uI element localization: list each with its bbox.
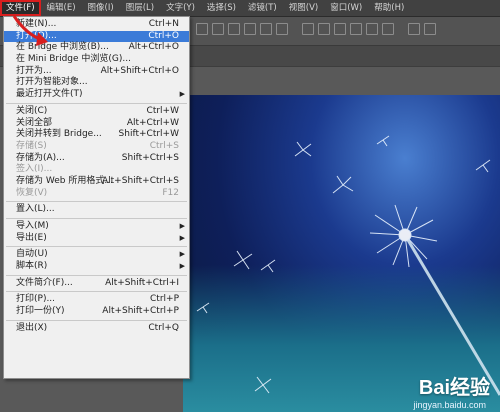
dandelion-illustration [196, 135, 500, 396]
menu-item-shortcut: Ctrl+N [148, 19, 179, 29]
menu-item-shortcut: Ctrl+Q [148, 322, 179, 333]
menubar-image[interactable]: 图像(I) [82, 0, 120, 16]
menu-item[interactable]: 存储为 Web 所用格式... Alt+Shift+Ctrl+S [4, 176, 189, 188]
menu-item-shortcut: Shift+Ctrl+W [118, 129, 179, 140]
watermark-url: jingyan.baidu.com [413, 400, 486, 410]
menu-item-shortcut: Ctrl+O [148, 30, 179, 41]
menu-item[interactable]: 关闭(C) Ctrl+W [4, 106, 189, 118]
menu-item-label: 打印一份(Y) [16, 306, 65, 317]
menu-item-shortcut: Ctrl+P [150, 294, 179, 305]
menu-item-label: 恢复(V) [16, 187, 48, 198]
menu-item-shortcut: Alt+Shift+Ctrl+I [105, 277, 179, 288]
menu-item-label: 打印(P)... [16, 294, 56, 305]
distribute-top-icon[interactable] [302, 23, 314, 35]
menu-item[interactable]: 退出(X) Ctrl+Q [4, 323, 189, 335]
3d-mode-icon[interactable] [424, 23, 436, 35]
menu-separator [6, 246, 187, 248]
menu-item[interactable]: 关闭并转到 Bridge... Shift+Ctrl+W [4, 129, 189, 141]
submenu-arrow-icon: ▶ [179, 90, 185, 99]
menu-item-label: 存储为(A)... [16, 152, 65, 163]
menubar-select[interactable]: 选择(S) [201, 0, 242, 16]
menu-item-label: 签入(I)... [16, 164, 53, 175]
distribute-bottom-icon[interactable] [334, 23, 346, 35]
menu-item-shortcut: Alt+Shift+Ctrl+O [100, 65, 179, 76]
menu-item-label: 存储(S) [16, 140, 47, 151]
align-left-icon[interactable] [244, 23, 256, 35]
menu-item-label: 脚本(R) [16, 261, 48, 272]
menu-item[interactable]: 打印(P)... Ctrl+P [4, 294, 189, 306]
menu-item-label: 置入(L)... [16, 204, 55, 215]
menu-separator [6, 291, 187, 293]
align-hcenter-icon[interactable] [260, 23, 272, 35]
menu-item-label: 文件简介(F)... [16, 277, 73, 288]
menu-item[interactable]: 存储为(A)... Shift+Ctrl+S [4, 153, 189, 165]
menu-item[interactable]: 文件简介(F)... Alt+Shift+Ctrl+I [4, 278, 189, 290]
file-menu-dropdown: 新建(N)... Ctrl+N 打开(O)... Ctrl+O 在 Bridge 中浏览… [3, 16, 190, 379]
menu-item-label: 导出(E) [16, 232, 47, 243]
distribute-left-icon[interactable] [350, 23, 362, 35]
align-toolbar [196, 23, 436, 35]
menu-item-shortcut: Alt+Shift+Ctrl+P [102, 306, 179, 317]
submenu-arrow-icon: ▶ [179, 250, 185, 259]
auto-align-icon[interactable] [408, 23, 420, 35]
menubar-view[interactable]: 视图(V) [283, 0, 324, 16]
menu-item-label: 导入(M) [16, 221, 49, 231]
menubar-type[interactable]: 文字(Y) [160, 0, 201, 16]
menu-item[interactable]: 导出(E) ▶ [4, 233, 189, 245]
menu-item-shortcut: Alt+Ctrl+W [126, 117, 179, 128]
menu-bar: 文件(F) 编辑(E) 图像(I) 图层(L) 文字(Y) 选择(S) 滤镜(T… [0, 0, 500, 17]
document-image[interactable]: Bai经验 jingyan.baidu.com [183, 95, 500, 412]
watermark-logo: Bai经验 [418, 377, 490, 399]
menu-item[interactable]: 脚本(R) ▶ [4, 261, 189, 273]
menubar-layer[interactable]: 图层(L) [120, 0, 160, 16]
menu-separator [6, 102, 187, 104]
menu-item-shortcut: Shift+Ctrl+S [121, 152, 179, 163]
menu-item-shortcut: Ctrl+S [149, 140, 179, 151]
submenu-arrow-icon: ▶ [179, 262, 185, 271]
menu-item[interactable]: 关闭全部 Alt+Ctrl+W [4, 118, 189, 130]
menu-item-label: 自动(U) [16, 249, 48, 260]
distribute-hcenter-icon[interactable] [366, 23, 378, 35]
menu-item: 存储(S) Ctrl+S [4, 141, 189, 153]
menu-item[interactable]: 最近打开文件(T) ▶ [4, 89, 189, 101]
menu-separator [6, 319, 187, 321]
menu-item-shortcut: Alt+Ctrl+O [128, 42, 179, 53]
menu-item: 签入(I)... [4, 164, 189, 176]
menu-separator [6, 218, 187, 219]
menubar-help[interactable]: 帮助(H) [368, 0, 410, 16]
menu-separator [6, 274, 187, 276]
menu-item-shortcut: Ctrl+W [146, 105, 179, 116]
menubar-filter[interactable]: 滤镜(T) [242, 0, 283, 16]
menu-item-label: 打开为... [16, 65, 52, 76]
distribute-vcenter-icon[interactable] [318, 23, 330, 35]
menu-item-label: 关闭全部 [16, 117, 53, 128]
menu-separator [6, 201, 187, 203]
menu-item[interactable]: 自动(U) ▶ [4, 249, 189, 261]
menu-item-label: 关闭并转到 Bridge... [16, 129, 102, 140]
distribute-right-icon[interactable] [382, 23, 394, 35]
menu-item-label: 退出(X) [16, 322, 48, 333]
menubar-window[interactable]: 窗口(W) [324, 0, 368, 16]
submenu-arrow-icon: ▶ [179, 233, 185, 242]
menu-item: 恢复(V) F12 [4, 188, 189, 200]
align-vcenter-icon[interactable] [212, 23, 224, 35]
menu-item[interactable]: 导入(M) ▶ [4, 221, 189, 233]
menu-item-label: 在 Mini Bridge 中浏览(G)... [16, 54, 131, 65]
menu-item-shortcut: F12 [162, 187, 179, 198]
align-right-icon[interactable] [276, 23, 288, 35]
menu-item-label: 打开为智能对象... [16, 77, 88, 88]
annotation-arrow-icon [12, 15, 48, 46]
submenu-arrow-icon: ▶ [179, 222, 185, 230]
menu-item[interactable]: 置入(L)... [4, 204, 189, 216]
menu-item-label: 存储为 Web 所用格式... [16, 175, 113, 186]
align-bottom-icon[interactable] [228, 23, 240, 35]
menu-item[interactable]: 打开为智能对象... [4, 77, 189, 89]
menu-item-shortcut: Alt+Shift+Ctrl+S [102, 175, 179, 186]
menu-item-label: 最近打开文件(T) [16, 89, 83, 100]
menu-item-label: 关闭(C) [16, 105, 48, 116]
align-top-icon[interactable] [196, 23, 208, 35]
menu-item[interactable]: 在 Mini Bridge 中浏览(G)... [4, 54, 189, 66]
menu-item[interactable]: 打开为... Alt+Shift+Ctrl+O [4, 66, 189, 78]
menu-item[interactable]: 打印一份(Y) Alt+Shift+Ctrl+P [4, 306, 189, 318]
